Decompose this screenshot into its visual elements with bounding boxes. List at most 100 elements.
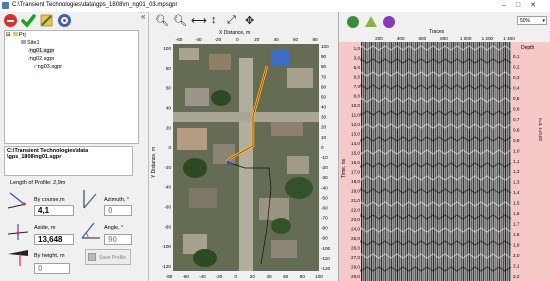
maximize-button[interactable]: □ bbox=[516, 2, 530, 9]
window-controls[interactable]: –□✕ bbox=[502, 1, 546, 9]
zoom-out-icon[interactable]: 🔍︎ bbox=[155, 14, 169, 27]
y-tick-label: 0 bbox=[168, 145, 171, 150]
close-button[interactable]: ✕ bbox=[530, 2, 546, 9]
azimuth-field[interactable]: 0 bbox=[104, 205, 132, 216]
edit-track-button[interactable] bbox=[40, 14, 53, 27]
radargram-stripe bbox=[393, 42, 394, 281]
radargram-stripe bbox=[453, 42, 454, 281]
zoom-select[interactable]: 50% ▾ bbox=[517, 16, 547, 25]
depth-tick-label: 1,7 bbox=[513, 222, 520, 227]
radar-tool-c[interactable] bbox=[383, 16, 395, 28]
radargram-stripe bbox=[389, 42, 390, 281]
fit-vertical-icon[interactable]: ↕ bbox=[211, 14, 217, 26]
aerial-image bbox=[173, 44, 319, 271]
radargram-stripe bbox=[491, 42, 492, 281]
x-tick-label: -20 bbox=[215, 37, 222, 42]
project-node[interactable]: Prj bbox=[13, 32, 26, 38]
tree-collapse-icon[interactable]: ⊟ bbox=[6, 32, 11, 38]
y-tick-label: 30 bbox=[321, 115, 327, 120]
x-tick-label: 20 bbox=[254, 37, 260, 42]
y-tick-label: 60 bbox=[321, 84, 327, 89]
y-tick-label: 10 bbox=[321, 135, 327, 140]
site-node[interactable]: Site1 bbox=[21, 40, 40, 46]
radargram-stripe bbox=[433, 42, 434, 281]
radargram-stripe bbox=[417, 42, 418, 281]
radargram-stripe bbox=[441, 42, 442, 281]
time-tick-label: 13,0 bbox=[351, 132, 360, 137]
time-tick-label: 27,0 bbox=[351, 255, 360, 260]
radargram-stripe bbox=[365, 42, 366, 281]
radargram-stripe bbox=[457, 42, 458, 281]
radargram-stripe bbox=[371, 42, 372, 281]
tree-file-item[interactable]: ⁄ng02.sgpr bbox=[29, 56, 54, 62]
radargram-stripe bbox=[449, 42, 450, 281]
y-tick-label: -100 bbox=[321, 246, 331, 251]
y-tick-label: -80 bbox=[164, 224, 171, 229]
view-button[interactable] bbox=[58, 14, 71, 27]
stop-button[interactable] bbox=[4, 14, 17, 27]
x-tick-label: -40 bbox=[199, 274, 206, 279]
angle-icon bbox=[78, 220, 102, 242]
y-tick-label: -40 bbox=[321, 185, 328, 190]
radargram-stripe bbox=[385, 42, 386, 281]
chevron-down-icon: ▾ bbox=[542, 18, 545, 24]
depth-tick-label: 2,1 bbox=[513, 264, 520, 269]
trace-tick-label: 1 000 bbox=[460, 36, 472, 41]
radargram-stripe bbox=[495, 42, 496, 281]
radar-tool-a[interactable] bbox=[347, 16, 359, 28]
y-tick-label: 70 bbox=[321, 74, 327, 79]
radargram-stripe bbox=[431, 42, 432, 281]
x-tick-label: 40 bbox=[266, 274, 272, 279]
trace-tick-label: 200 bbox=[375, 36, 383, 41]
radargram-view[interactable]: Traces 200 400 600 800 1 000 1 200 1 400 Time,… bbox=[339, 28, 550, 281]
y-tick-label: -60 bbox=[164, 205, 171, 210]
depth-tick-label: 0,6 bbox=[513, 106, 520, 111]
check-button[interactable] bbox=[21, 13, 36, 28]
trace-tick-label: 400 bbox=[397, 36, 405, 41]
y-tick-label: -120 bbox=[162, 264, 172, 269]
radar-tool-b[interactable] bbox=[365, 16, 377, 27]
depth-axis-title: Depth bbox=[521, 45, 535, 51]
y-tick-label: 50 bbox=[321, 94, 327, 99]
depth-tick-label: 0,4 bbox=[513, 85, 520, 90]
y-tick-label: 20 bbox=[166, 125, 172, 130]
time-tick-label: 28,0 bbox=[351, 265, 360, 270]
x-tick-label: -60 bbox=[176, 37, 183, 42]
trace-tick-label: 800 bbox=[440, 36, 448, 41]
save-profile-button[interactable]: Save Profile bbox=[85, 249, 131, 265]
radargram-stripe bbox=[471, 42, 472, 281]
save-icon bbox=[88, 253, 96, 261]
profile-length-label: Length of Profile: 2,9m bbox=[10, 180, 66, 186]
angle-field[interactable]: 90 bbox=[104, 234, 132, 245]
radargram-image bbox=[360, 42, 512, 281]
fit-horizontal-icon[interactable]: ⟷ bbox=[191, 14, 207, 27]
y-tick-label: 100 bbox=[163, 46, 171, 51]
radargram-stripe bbox=[373, 42, 374, 281]
by-height-field[interactable]: 0 bbox=[34, 263, 70, 274]
minimize-button[interactable]: – bbox=[502, 2, 516, 9]
radargram-stripe bbox=[467, 42, 468, 281]
by-course-field[interactable]: 4,1 bbox=[34, 205, 74, 216]
collapse-panel-icon[interactable]: « bbox=[141, 12, 145, 21]
trace-tick-label: 600 bbox=[418, 36, 426, 41]
track-edit-icon bbox=[40, 14, 53, 27]
pan-icon[interactable]: ✥ bbox=[245, 14, 254, 27]
minus-icon bbox=[7, 19, 14, 22]
angle-label: Angle, ° bbox=[104, 225, 124, 231]
x-tick-label: 60 bbox=[283, 274, 289, 279]
radargram-stripe bbox=[383, 42, 384, 281]
depth-tick-label: 1,6 bbox=[513, 211, 520, 216]
time-tick-label: 3,0 bbox=[354, 56, 361, 61]
x-tick-label: 0 bbox=[234, 274, 237, 279]
aside-icon bbox=[6, 222, 30, 242]
aside-field[interactable]: 13,648 bbox=[34, 234, 74, 245]
radargram-stripe bbox=[425, 42, 426, 281]
tree-file-item[interactable]: ✓ng03.sgpr bbox=[33, 64, 62, 70]
x-tick-label: 20 bbox=[250, 274, 256, 279]
tree-file-item[interactable]: ⁄ng01.sgpr bbox=[29, 48, 55, 54]
folder-icon bbox=[13, 32, 18, 36]
map-view[interactable]: X Distance, m -60 -40 -20 0 20 40 60 80 -80 -60-… bbox=[149, 28, 337, 281]
zoom-in-icon[interactable]: 🔍︎ bbox=[173, 14, 187, 27]
time-tick-label: 7,0 bbox=[354, 84, 361, 89]
fit-diagonal-icon[interactable]: ⤢ bbox=[227, 14, 236, 27]
